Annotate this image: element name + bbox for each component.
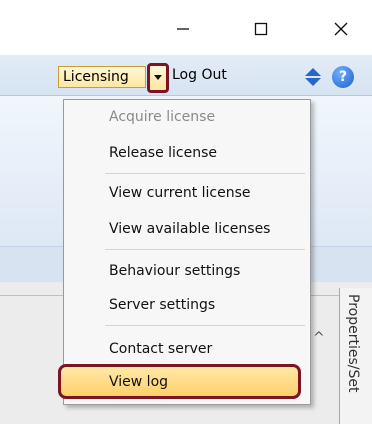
licensing-label: Licensing xyxy=(63,69,129,85)
menu-item-contact-server[interactable]: Contact server xyxy=(64,334,310,364)
menu-separator xyxy=(105,249,305,250)
help-icon[interactable]: ? xyxy=(332,66,354,88)
close-icon xyxy=(334,22,348,36)
menu-item-view-log[interactable]: View log xyxy=(64,368,304,396)
menu-separator xyxy=(105,173,305,174)
close-button[interactable] xyxy=(318,14,364,44)
licensing-button[interactable]: Licensing xyxy=(58,66,146,88)
menu-item-label: View current license xyxy=(109,185,251,201)
chevron-up-icon[interactable]: ^ xyxy=(313,330,325,346)
menu-item-label: View log xyxy=(109,374,169,390)
menu-item-label: Behaviour settings xyxy=(109,263,241,279)
menu-item-view-current-license[interactable]: View current license xyxy=(64,178,310,208)
menu-separator xyxy=(105,325,305,326)
properties-tab-label: Properties/Set xyxy=(345,294,361,393)
menu-item-server-settings[interactable]: Server settings xyxy=(64,290,310,320)
maximize-icon xyxy=(254,22,268,36)
caret-down-icon xyxy=(154,75,162,80)
menu-item-label: Contact server xyxy=(109,341,213,357)
licensing-menu: Acquire license Release license View cur… xyxy=(58,99,311,405)
menu-item-behaviour-settings[interactable]: Behaviour settings xyxy=(64,256,310,286)
menu-item-label: Release license xyxy=(109,145,218,161)
menu-item-view-available-licenses[interactable]: View available licenses xyxy=(64,214,310,244)
minimize-icon xyxy=(177,28,189,30)
licensing-dropdown-button[interactable] xyxy=(147,63,169,93)
menu-item-label: View available licenses xyxy=(109,221,271,237)
minimize-button[interactable] xyxy=(160,14,206,44)
maximize-button[interactable] xyxy=(238,14,284,44)
menu-item-acquire-license[interactable]: Acquire license xyxy=(64,102,310,132)
menu-item-release-license[interactable]: Release license xyxy=(64,138,310,168)
menu-item-label: Server settings xyxy=(109,297,216,313)
collapse-expand-icon[interactable] xyxy=(303,67,323,87)
menu-item-label: Acquire license xyxy=(109,109,216,125)
logout-link[interactable]: Log Out xyxy=(172,67,227,83)
